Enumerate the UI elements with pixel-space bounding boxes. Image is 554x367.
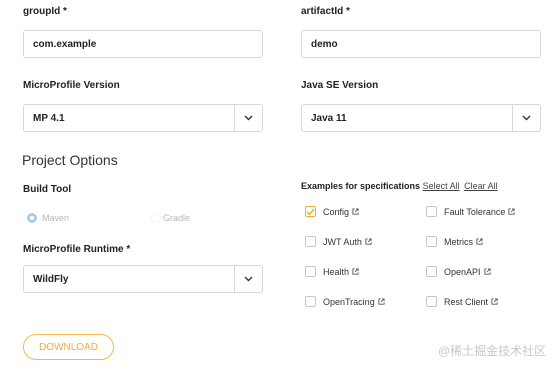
spec-label: Health xyxy=(323,266,350,277)
spec-item-fault-tolerance[interactable]: Fault Tolerance xyxy=(426,206,515,217)
group-id-label: groupId * xyxy=(23,6,67,17)
spec-item-health[interactable]: Health xyxy=(305,266,359,277)
artifact-id-label-text: artifactId xyxy=(301,6,344,17)
external-link-icon[interactable] xyxy=(483,268,491,275)
checkbox[interactable] xyxy=(426,206,437,217)
external-link-icon[interactable] xyxy=(508,208,515,215)
spec-label: OpenAPI xyxy=(444,266,481,277)
checkbox-checked[interactable] xyxy=(305,206,316,217)
spec-label: JWT Auth xyxy=(323,236,362,247)
runtime-label: MicroProfile Runtime * xyxy=(23,244,130,255)
select-all-link[interactable]: Select All xyxy=(423,181,460,191)
checkbox[interactable] xyxy=(305,266,316,277)
external-link-icon[interactable] xyxy=(378,298,385,305)
external-link-icon[interactable] xyxy=(491,298,498,305)
chevron-down-icon[interactable] xyxy=(234,105,262,131)
specs-title: Examples for specifications xyxy=(301,181,421,191)
java-version-label: Java SE Version xyxy=(301,80,379,91)
spec-item-openapi[interactable]: OpenAPI xyxy=(426,266,491,277)
mp-version-label: MicroProfile Version xyxy=(23,80,120,91)
checkbox[interactable] xyxy=(426,236,437,247)
spec-label: OpenTracing xyxy=(323,296,375,307)
group-id-value: com.example xyxy=(33,38,97,50)
java-version-select[interactable]: Java 11 xyxy=(301,104,541,132)
runtime-value: WildFly xyxy=(33,273,69,285)
java-version-value: Java 11 xyxy=(311,112,347,124)
spec-label: Fault Tolerance xyxy=(444,206,506,217)
artifact-id-label: artifactId * xyxy=(301,6,350,17)
chevron-down-icon[interactable] xyxy=(512,105,540,131)
spec-label: Rest Client xyxy=(444,296,489,307)
download-button[interactable]: DOWNLOAD xyxy=(23,334,114,360)
spec-item-config[interactable]: Config xyxy=(305,206,359,217)
external-link-icon[interactable] xyxy=(365,238,372,245)
external-link-icon[interactable] xyxy=(476,238,483,245)
checkbox[interactable] xyxy=(305,236,316,247)
build-tool-label: Build Tool xyxy=(23,184,72,195)
checkbox[interactable] xyxy=(305,296,316,307)
chevron-down-icon[interactable] xyxy=(234,266,262,292)
external-link-icon[interactable] xyxy=(352,208,359,215)
build-tool-option-label: Maven xyxy=(42,213,70,223)
radio-unselected-icon[interactable] xyxy=(151,213,161,223)
build-tool-option-label: Gradle xyxy=(163,213,191,223)
spec-item-rest-client[interactable]: Rest Client xyxy=(426,296,498,307)
required-mark: * xyxy=(126,244,131,255)
spec-item-metrics[interactable]: Metrics xyxy=(426,236,483,247)
artifact-id-input[interactable]: demo xyxy=(301,30,541,58)
build-tool-option-gradle[interactable]: Gradle xyxy=(151,213,190,223)
required-mark: * xyxy=(346,6,350,17)
radio-selected-icon[interactable] xyxy=(27,213,37,223)
group-id-label-text: groupId xyxy=(23,6,61,17)
external-link-icon[interactable] xyxy=(352,268,359,275)
runtime-select[interactable]: WildFly xyxy=(23,265,263,293)
watermark: @稀土掘金技术社区 xyxy=(438,344,547,358)
spec-item-opentracing[interactable]: OpenTracing xyxy=(305,296,385,307)
spec-label: Config xyxy=(323,206,350,217)
mp-version-select[interactable]: MP 4.1 xyxy=(23,104,263,132)
mp-version-value: MP 4.1 xyxy=(33,112,65,124)
clear-all-link[interactable]: Clear All xyxy=(464,181,498,191)
checkbox[interactable] xyxy=(426,266,437,277)
check-icon xyxy=(306,208,315,216)
checkbox[interactable] xyxy=(426,296,437,307)
spec-item-jwt-auth[interactable]: JWT Auth xyxy=(305,236,372,247)
specs-header: Examples for specifications Select All C… xyxy=(301,181,498,191)
project-options-title: Project Options xyxy=(22,152,118,168)
group-id-input[interactable]: com.example xyxy=(23,30,263,58)
artifact-id-value: demo xyxy=(311,38,338,50)
required-mark: * xyxy=(63,6,67,17)
runtime-label-text: MicroProfile Runtime xyxy=(23,244,124,255)
build-tool-option-maven[interactable]: Maven xyxy=(27,213,69,223)
spec-label: Metrics xyxy=(444,236,473,247)
